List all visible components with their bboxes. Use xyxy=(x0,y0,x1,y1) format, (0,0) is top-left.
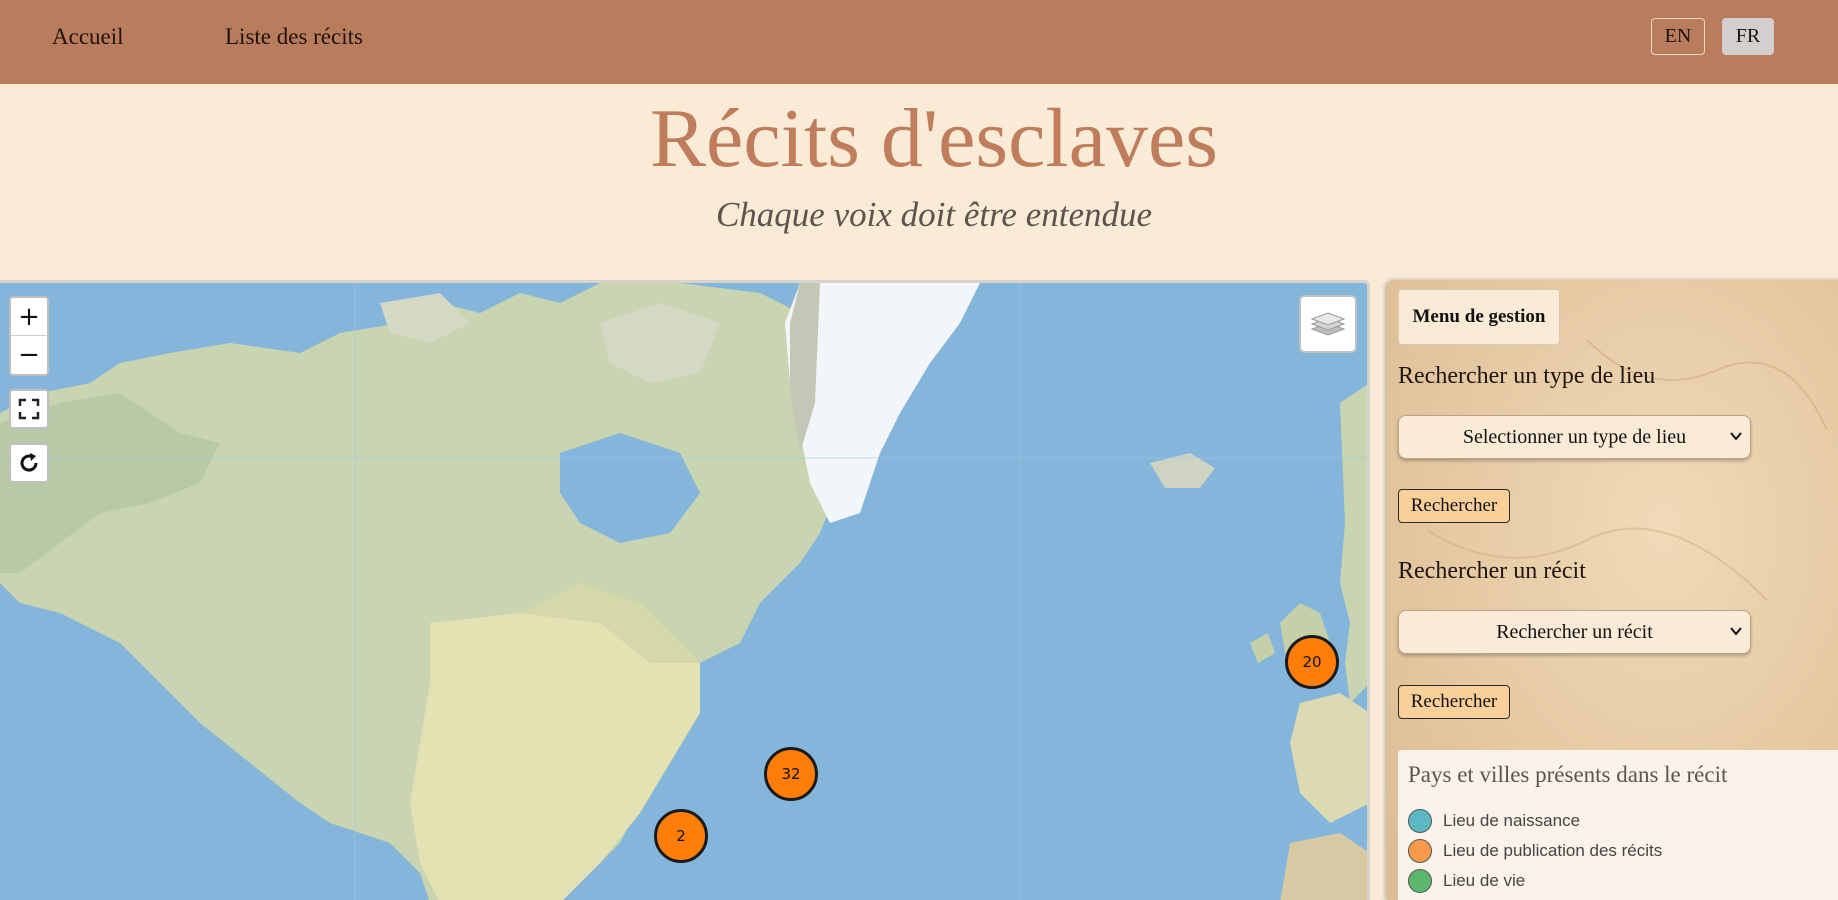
language-fr-button[interactable]: FR xyxy=(1722,18,1774,55)
marker-cluster[interactable]: 20 xyxy=(1285,635,1339,689)
legend-label: Lieu de naissance xyxy=(1443,811,1581,830)
legend-color-dot xyxy=(1408,869,1432,893)
map-legend: Pays et villes présents dans le récit Li… xyxy=(1398,750,1838,900)
layers-button[interactable] xyxy=(1299,295,1357,353)
language-en-button[interactable]: EN xyxy=(1651,18,1705,55)
chevron-down-icon xyxy=(1730,432,1742,441)
fullscreen-button[interactable] xyxy=(9,389,49,429)
zoom-control: + − xyxy=(9,296,49,376)
refresh-icon xyxy=(20,453,38,472)
layers-icon xyxy=(1310,312,1346,336)
place-type-select[interactable]: Selectionner un type de lieu xyxy=(1398,415,1751,459)
zoom-out-button[interactable]: − xyxy=(11,336,47,374)
legend-item: Lieu de naissance xyxy=(1408,809,1580,833)
recit-search-heading: Rechercher un récit xyxy=(1398,558,1586,584)
legend-label: Lieu de vie xyxy=(1443,871,1526,890)
place-type-search-button[interactable]: Rechercher xyxy=(1398,489,1510,523)
legend-label: Lieu de publication des récits xyxy=(1443,841,1663,860)
legend-color-dot xyxy=(1408,839,1432,863)
nav-home-link[interactable]: Accueil xyxy=(52,24,124,50)
place-type-heading: Rechercher un type de lieu xyxy=(1398,363,1656,389)
recit-search-button[interactable]: Rechercher xyxy=(1398,685,1510,719)
legend-item: Lieu de vie xyxy=(1408,869,1525,893)
map-tiles xyxy=(0,283,1367,900)
legend-color-dot xyxy=(1408,809,1432,833)
navbar: Accueil Liste des récits EN FR xyxy=(0,0,1838,84)
management-menu-button[interactable]: Menu de gestion xyxy=(1398,289,1560,345)
page-subtitle: Chaque voix doit être entendue xyxy=(715,195,1153,234)
legend-title: Pays et villes présents dans le récit xyxy=(1408,762,1728,787)
recit-select[interactable]: Rechercher un récit xyxy=(1398,610,1751,654)
chevron-down-icon xyxy=(1730,627,1742,636)
fullscreen-icon xyxy=(18,398,40,420)
place-type-select-value: Selectionner un type de lieu xyxy=(1462,425,1687,448)
legend-item: Lieu de publication des récits xyxy=(1408,839,1662,863)
side-panel: Menu de gestion Rechercher un type de li… xyxy=(1387,280,1838,900)
map-view[interactable]: + − 20 32 2 xyxy=(0,280,1370,900)
marker-cluster[interactable]: 2 xyxy=(654,809,708,863)
page-title: Récits d'esclaves xyxy=(650,92,1218,185)
marker-cluster[interactable]: 32 xyxy=(764,747,818,801)
reset-view-button[interactable] xyxy=(9,443,49,483)
nav-recits-list-link[interactable]: Liste des récits xyxy=(225,24,363,50)
recit-select-value: Rechercher un récit xyxy=(1496,620,1653,643)
zoom-in-button[interactable]: + xyxy=(11,298,47,336)
